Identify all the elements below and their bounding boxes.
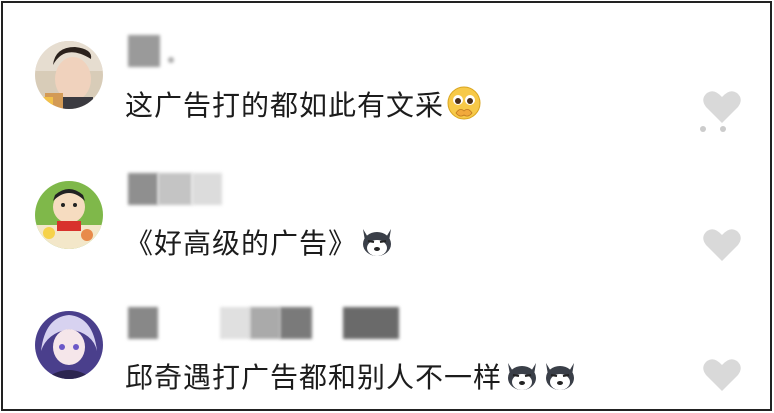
comment-text: 这广告打的都如此有文采 bbox=[125, 85, 482, 126]
avatar[interactable] bbox=[35, 311, 103, 379]
comment-item: 《好高级的广告》 bbox=[3, 161, 770, 281]
husky-dog-icon bbox=[508, 363, 537, 390]
avatar[interactable] bbox=[35, 41, 103, 109]
username-blurred bbox=[128, 35, 428, 67]
username-blurred bbox=[128, 307, 428, 339]
comment-text: 《好高级的广告》 bbox=[125, 223, 395, 264]
pleading-face-icon bbox=[447, 86, 481, 120]
heart-icon[interactable] bbox=[702, 357, 742, 393]
more-dots bbox=[697, 118, 737, 137]
husky-dog-icon bbox=[363, 229, 392, 256]
comment-text: 邱奇遇打广告都和别人不一样 bbox=[125, 357, 578, 398]
comment-item: 这广告打的都如此有文采 bbox=[3, 23, 770, 143]
comment-list: 这广告打的都如此有文采 《好高级的广告》 邱奇遇打广告都和别人不一样 bbox=[1, 1, 772, 411]
heart-icon[interactable] bbox=[702, 227, 742, 263]
username-blurred bbox=[128, 173, 428, 205]
avatar[interactable] bbox=[35, 181, 103, 249]
husky-dog-icon bbox=[546, 363, 575, 390]
comment-item: 邱奇遇打广告都和别人不一样 bbox=[3, 295, 770, 409]
